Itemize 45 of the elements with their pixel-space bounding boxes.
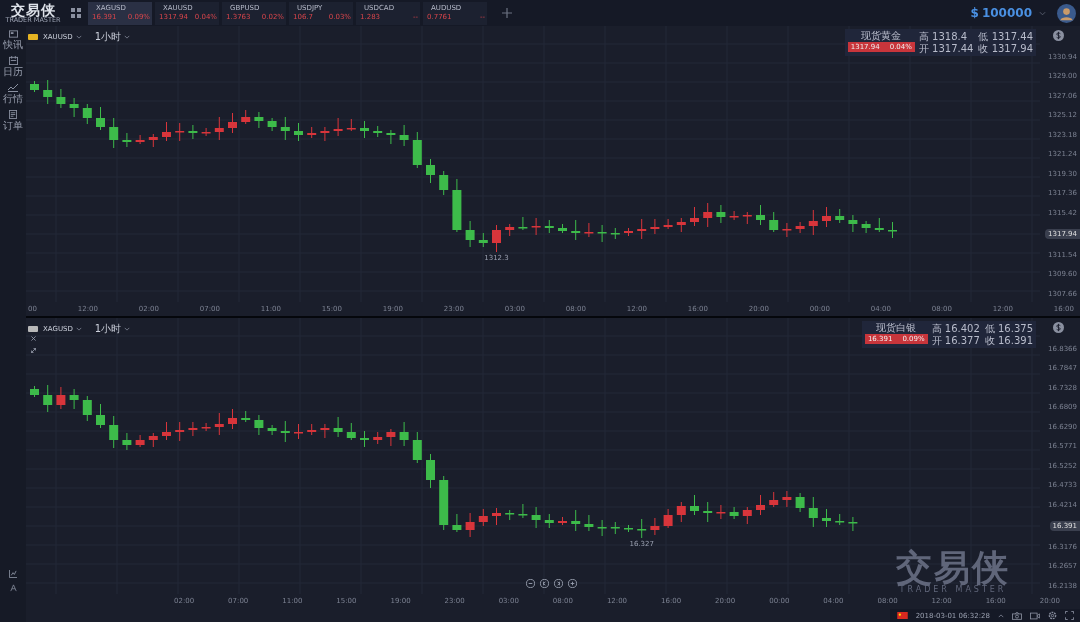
caret-icon[interactable]: [75, 35, 82, 39]
timeframe-selector[interactable]: 1小时: [94, 30, 122, 44]
timeframe-selector[interactable]: 1小时: [94, 322, 122, 336]
line-chart-icon: [8, 83, 18, 92]
caret-up-icon[interactable]: [998, 613, 1004, 618]
caret-icon[interactable]: [124, 35, 131, 39]
dollar-coin-icon[interactable]: [1053, 30, 1064, 41]
document-icon: [9, 110, 17, 119]
scroll-left-icon[interactable]: [540, 579, 549, 588]
camera-icon[interactable]: [1012, 611, 1022, 620]
high-value: 高 16.402: [931, 323, 980, 334]
grid-menu-icon[interactable]: [71, 8, 81, 18]
avatar-icon[interactable]: [1057, 3, 1076, 23]
chart-watermark: 交易侠 TRADER MASTER: [896, 550, 1010, 594]
scroll-right-icon[interactable]: [554, 579, 563, 588]
fullscreen-icon[interactable]: [1065, 611, 1074, 620]
instrument-name: 现货黄金: [861, 31, 902, 41]
zoom-in-icon[interactable]: [568, 579, 577, 588]
instrument-name: 现货白银: [876, 323, 917, 333]
low-value: 低 1317.44: [978, 31, 1033, 42]
low-value: 低 16.375: [984, 323, 1033, 334]
zoom-out-icon[interactable]: [526, 579, 535, 588]
close-icon[interactable]: [31, 336, 36, 341]
caret-icon[interactable]: [75, 327, 82, 331]
settings-icon[interactable]: [1048, 611, 1057, 620]
sidebar-item[interactable]: 快讯: [3, 30, 23, 50]
close-value: 收 1317.94: [978, 43, 1033, 54]
open-value: 开 16.377: [931, 335, 980, 346]
video-icon[interactable]: [1030, 611, 1040, 620]
caret-icon[interactable]: [124, 327, 131, 331]
close-value: 收 16.391: [984, 335, 1033, 346]
open-value: 开 1317.44: [918, 43, 974, 54]
sidebar-item[interactable]: 订单: [3, 110, 23, 131]
flag-icon: [896, 612, 908, 619]
high-value: 高 1318.4: [918, 31, 969, 42]
add-icon[interactable]: [502, 8, 512, 18]
news-icon: [8, 30, 18, 38]
sidebar-item[interactable]: 日历: [3, 56, 23, 77]
dollar-coin-icon[interactable]: [1053, 322, 1064, 333]
balance-display[interactable]: $ 100000: [970, 6, 1032, 20]
sidebar-item[interactable]: 行情: [3, 83, 23, 104]
drawing-tool-icon[interactable]: [9, 570, 17, 578]
expand-icon[interactable]: [31, 348, 36, 353]
text-tool-icon[interactable]: [9, 584, 17, 592]
calendar-icon: [8, 56, 18, 65]
